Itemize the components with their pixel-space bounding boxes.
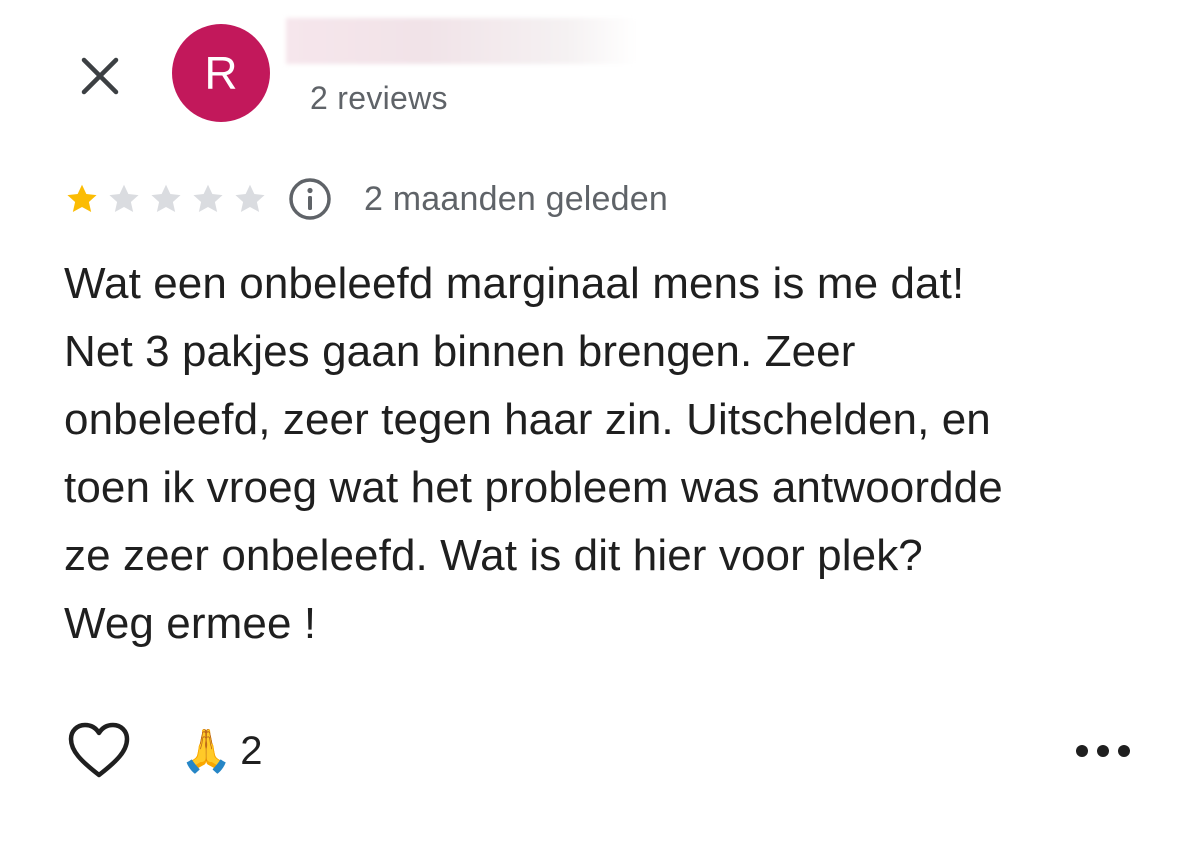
- heart-outline-icon: [68, 722, 130, 778]
- reviewer-name-redacted: [286, 18, 636, 64]
- review-time-ago: 2 maanden geleden: [364, 179, 668, 218]
- review-actions: 🙏 2: [64, 716, 1136, 786]
- star-icon: [193, 184, 223, 213]
- star-icon: [109, 184, 139, 213]
- star-rating: [64, 181, 274, 217]
- star-icon: [67, 184, 97, 213]
- reaction-button[interactable]: 🙏 2: [180, 729, 263, 774]
- like-button[interactable]: [64, 716, 134, 786]
- more-options-button[interactable]: [1070, 721, 1136, 781]
- close-icon: [81, 57, 119, 95]
- avatar-initial: R: [204, 47, 238, 99]
- review-text: Wat een onbeleefd marginaal mens is me d…: [64, 259, 1003, 648]
- close-button[interactable]: [70, 46, 130, 106]
- rating-row: 2 maanden geleden: [64, 176, 668, 222]
- star-icon: [235, 184, 265, 213]
- avatar[interactable]: R: [172, 24, 270, 122]
- reviewer-reviews-count: 2 reviews: [310, 80, 448, 116]
- reaction-count: 2: [240, 728, 263, 773]
- more-horizontal-icon: [1076, 745, 1130, 757]
- star-icon: [151, 184, 181, 213]
- reaction-emoji: 🙏: [180, 727, 233, 774]
- info-icon[interactable]: [288, 177, 332, 221]
